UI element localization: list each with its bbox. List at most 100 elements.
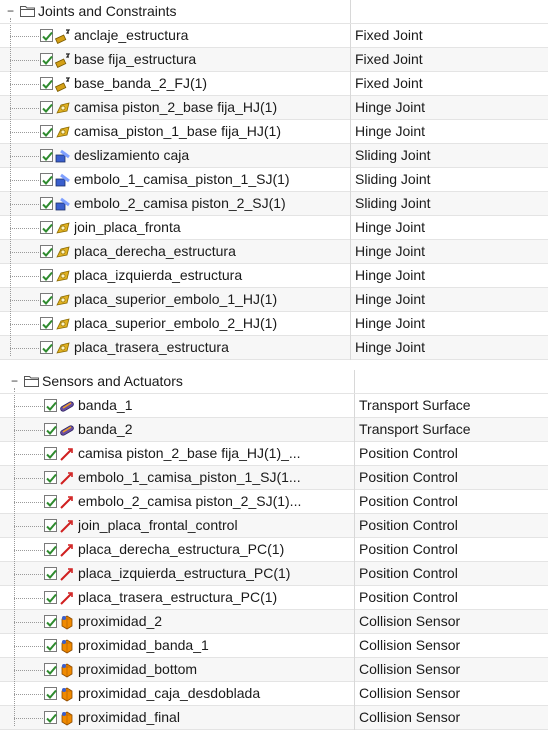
sliding-joint-icon — [55, 148, 71, 164]
collapse-icon[interactable]: − — [6, 5, 15, 17]
enabled-checkbox[interactable] — [44, 447, 57, 460]
object-name: placa_superior_embolo_2_HJ(1) — [74, 315, 278, 331]
tree-row[interactable]: camisa piston_2_base fija_HJ(1)_... Posit… — [0, 442, 548, 466]
enabled-checkbox[interactable] — [40, 269, 53, 282]
tree-connector — [14, 478, 43, 479]
tree-row[interactable]: placa_derecha_estructura Hinge Joint — [0, 240, 548, 264]
enabled-checkbox[interactable] — [40, 245, 53, 258]
object-type: Hinge Joint — [355, 315, 426, 331]
transport-surface-icon — [59, 422, 75, 438]
object-type: Hinge Joint — [355, 339, 426, 355]
tree-row[interactable]: placa_trasera_estructura_PC(1) Position C… — [0, 586, 548, 610]
tree-row[interactable]: placa_superior_embolo_1_HJ(1) Hinge Joint — [0, 288, 548, 312]
enabled-checkbox[interactable] — [44, 423, 57, 436]
enabled-checkbox[interactable] — [44, 639, 57, 652]
object-name: embolo_1_camisa_piston_1_SJ(1... — [78, 469, 301, 485]
tree-connector — [10, 228, 39, 229]
object-type: Position Control — [359, 493, 458, 509]
enabled-checkbox[interactable] — [40, 197, 53, 210]
enabled-checkbox[interactable] — [44, 591, 57, 604]
folder-icon — [24, 376, 39, 387]
tree-row[interactable]: placa_derecha_estructura_PC(1) Position C… — [0, 538, 548, 562]
tree-row[interactable]: proximidad_2 Collision Sensor — [0, 610, 548, 634]
tree-row[interactable]: proximidad_banda_1 Collision Sensor — [0, 634, 548, 658]
tree-row[interactable]: placa_superior_embolo_2_HJ(1) Hinge Joint — [0, 312, 548, 336]
enabled-checkbox[interactable] — [40, 341, 53, 354]
tree-row[interactable]: banda_2 Transport Surface — [0, 418, 548, 442]
tree-connector — [14, 550, 43, 551]
object-name: base fija_estructura — [74, 51, 197, 67]
tree-row[interactable]: embolo_2_camisa piston_2_SJ(1)... Positio… — [0, 490, 548, 514]
enabled-checkbox[interactable] — [44, 663, 57, 676]
tree-row[interactable]: embolo_1_camisa_piston_1_SJ(1... Position… — [0, 466, 548, 490]
tree-connector — [14, 574, 43, 575]
tree-connector — [10, 324, 39, 325]
collision-sensor-icon — [59, 710, 75, 726]
enabled-checkbox[interactable] — [40, 29, 53, 42]
enabled-checkbox[interactable] — [44, 495, 57, 508]
object-name: embolo_1_camisa_piston_1_SJ(1) — [74, 171, 290, 187]
tree-connector — [10, 252, 39, 253]
enabled-checkbox[interactable] — [40, 101, 53, 114]
tree-row[interactable]: placa_trasera_estructura Hinge Joint — [0, 336, 548, 360]
group-header-joints[interactable]: − Joints and Constraints — [0, 0, 548, 24]
object-type: Fixed Joint — [355, 51, 423, 67]
object-name: join_placa_frontal_control — [78, 517, 238, 533]
object-type: Collision Sensor — [359, 685, 461, 701]
tree-row[interactable]: placa_izquierda_estructura Hinge Joint — [0, 264, 548, 288]
tree-row[interactable]: camisa_piston_1_base fija_HJ(1) Hinge Joi… — [0, 120, 548, 144]
group-header-sensors[interactable]: − Sensors and Actuators — [0, 370, 548, 394]
tree-row[interactable]: embolo_2_camisa piston_2_SJ(1) Sliding Jo… — [0, 192, 548, 216]
enabled-checkbox[interactable] — [40, 293, 53, 306]
tree-connector — [14, 598, 43, 599]
enabled-checkbox[interactable] — [44, 687, 57, 700]
enabled-checkbox[interactable] — [40, 77, 53, 90]
tree-connector — [10, 36, 39, 37]
enabled-checkbox[interactable] — [40, 317, 53, 330]
enabled-checkbox[interactable] — [44, 471, 57, 484]
tree-row[interactable]: base fija_estructura Fixed Joint — [0, 48, 548, 72]
tree-connector — [10, 132, 39, 133]
enabled-checkbox[interactable] — [44, 711, 57, 724]
collision-sensor-icon — [59, 662, 75, 678]
object-type: Hinge Joint — [355, 99, 426, 115]
tree-row[interactable]: placa_izquierda_estructura_PC(1) Position… — [0, 562, 548, 586]
row-divider — [0, 393, 548, 394]
collapse-icon[interactable]: − — [10, 375, 19, 387]
tree-row[interactable]: join_placa_frontal_control Position Contr… — [0, 514, 548, 538]
enabled-checkbox[interactable] — [44, 543, 57, 556]
object-name: proximidad_banda_1 — [78, 637, 209, 653]
tree-row[interactable]: embolo_1_camisa_piston_1_SJ(1) Sliding Jo… — [0, 168, 548, 192]
tree-row[interactable]: join_placa_fronta Hinge Joint — [0, 216, 548, 240]
tree-row[interactable]: camisa piston_2_base fija_HJ(1) Hinge Joi… — [0, 96, 548, 120]
enabled-checkbox[interactable] — [40, 53, 53, 66]
enabled-checkbox[interactable] — [40, 149, 53, 162]
enabled-checkbox[interactable] — [40, 221, 53, 234]
sliding-joint-icon — [55, 196, 71, 212]
tree-row[interactable]: base_banda_2_FJ(1) Fixed Joint — [0, 72, 548, 96]
enabled-checkbox[interactable] — [44, 615, 57, 628]
object-type: Position Control — [359, 541, 458, 557]
object-name: placa_derecha_estructura — [74, 243, 236, 259]
transport-surface-icon — [59, 398, 75, 414]
enabled-checkbox[interactable] — [44, 567, 57, 580]
tree-row[interactable]: banda_1 Transport Surface — [0, 394, 548, 418]
tree-row[interactable]: proximidad_bottom Collision Sensor — [0, 658, 548, 682]
object-type: Position Control — [359, 517, 458, 533]
tree-connector — [14, 718, 43, 719]
enabled-checkbox[interactable] — [40, 173, 53, 186]
group-label: Joints and Constraints — [38, 3, 177, 19]
tree-row[interactable]: proximidad_caja_desdoblada Collision Sens… — [0, 682, 548, 706]
collision-sensor-icon — [59, 638, 75, 654]
tree-row[interactable]: anclaje_estructura Fixed Joint — [0, 24, 548, 48]
column-divider — [350, 0, 351, 360]
tree-row[interactable]: deslizamiento caja Sliding Joint — [0, 144, 548, 168]
hinge-joint-icon — [55, 220, 71, 236]
object-name: proximidad_final — [78, 709, 180, 725]
enabled-checkbox[interactable] — [44, 399, 57, 412]
object-type: Collision Sensor — [359, 637, 461, 653]
enabled-checkbox[interactable] — [44, 519, 57, 532]
tree-row[interactable]: proximidad_final Collision Sensor — [0, 706, 548, 730]
position-control-icon — [59, 566, 75, 582]
enabled-checkbox[interactable] — [40, 125, 53, 138]
